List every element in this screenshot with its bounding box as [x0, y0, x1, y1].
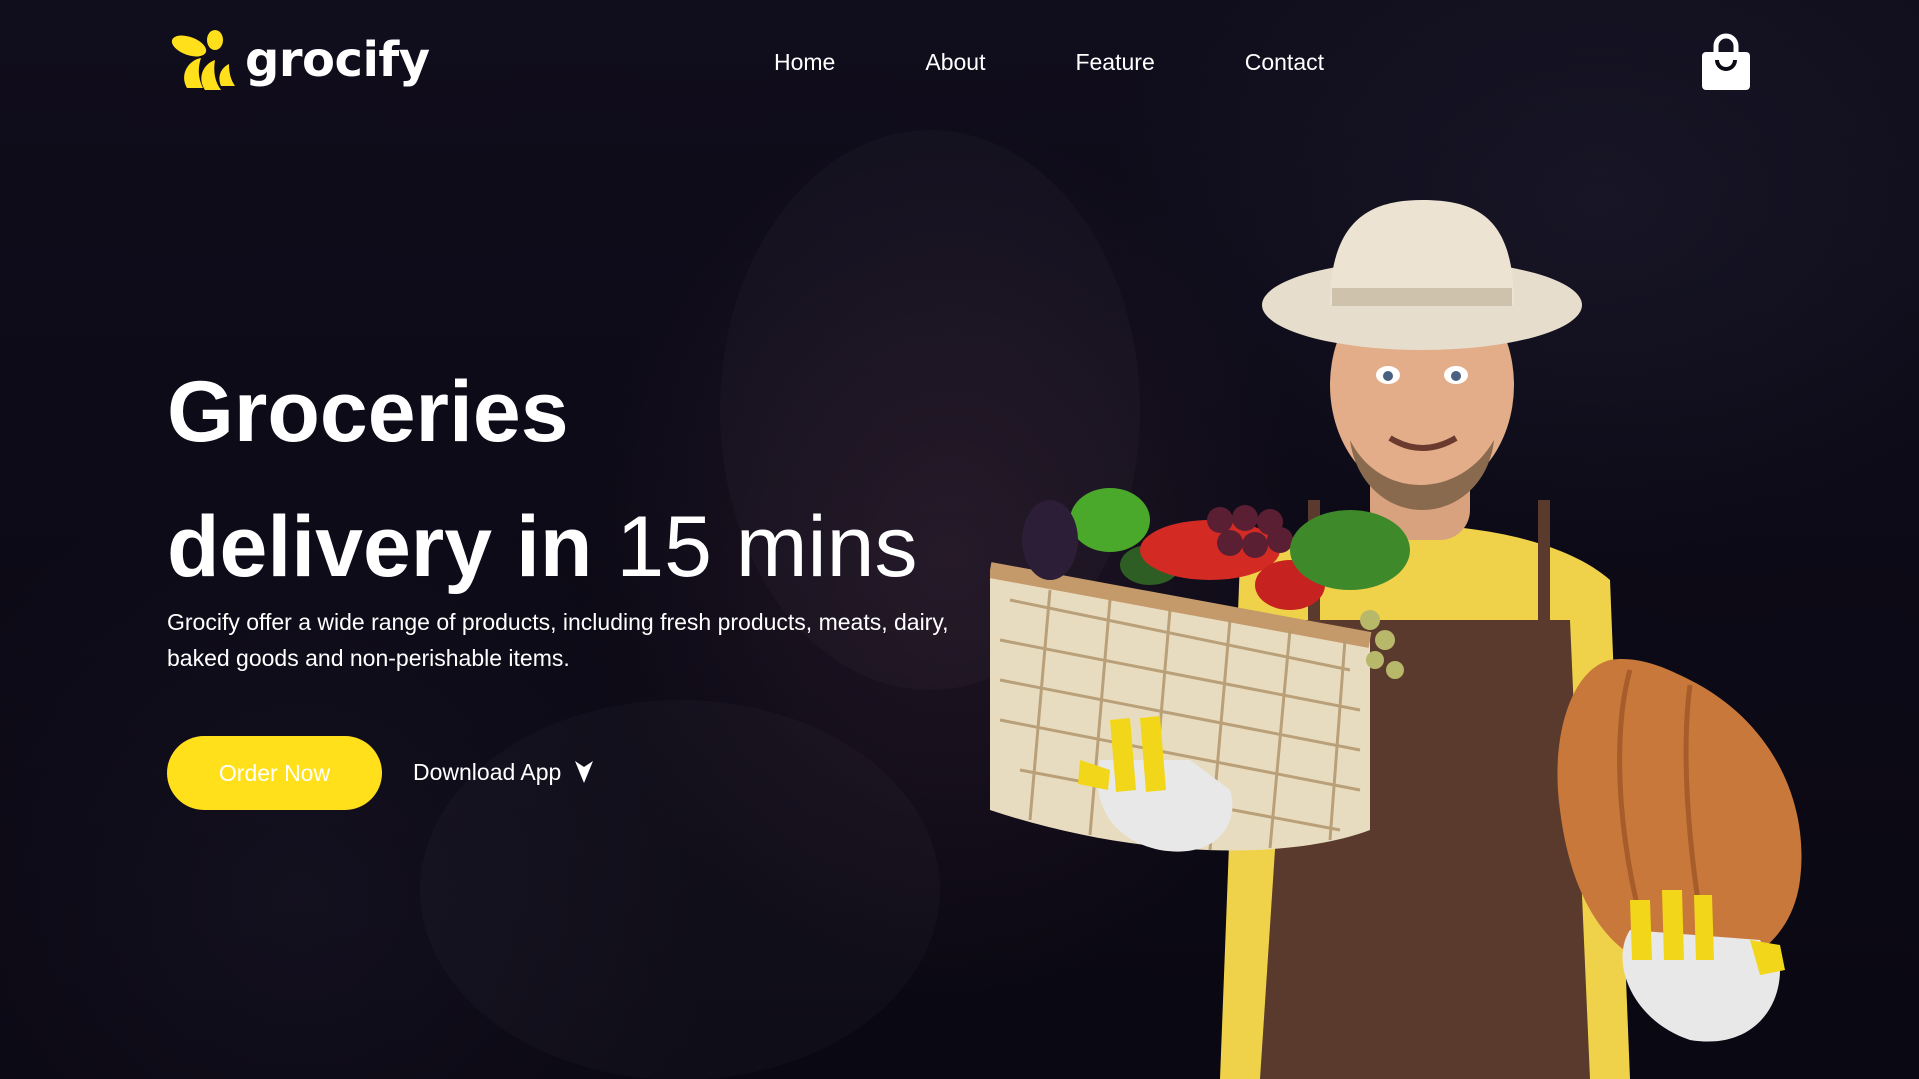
arrow-down-icon	[575, 761, 594, 783]
bee-logo-icon	[171, 30, 235, 90]
cart-button[interactable]	[1700, 32, 1752, 92]
brand-logo[interactable]: grocify	[167, 28, 430, 92]
nav-link-about[interactable]: About	[925, 46, 985, 78]
brand-name: grocify	[245, 32, 430, 88]
hero-description: Grocify offer a wide range of products, …	[167, 609, 949, 671]
hero-heading-line1: Groceries	[167, 364, 569, 460]
order-now-button[interactable]: Order Now	[167, 736, 382, 810]
main-nav: Home About Feature Contact	[774, 46, 1324, 78]
download-app-link[interactable]: Download App	[413, 756, 595, 788]
hero-heading-line2-light: 15 mins	[592, 499, 918, 595]
hero-heading-line2-bold: delivery in	[167, 499, 593, 595]
nav-link-feature[interactable]: Feature	[1075, 46, 1154, 78]
nav-link-contact[interactable]: Contact	[1245, 46, 1324, 78]
download-app-label: Download App	[413, 759, 562, 785]
nav-link-home[interactable]: Home	[774, 46, 835, 78]
farmer-with-vegetable-basket-image	[990, 200, 1802, 1079]
hero-heading: Groceries delivery in 15 mins	[167, 345, 917, 615]
shopping-bag-icon	[1702, 33, 1750, 90]
landing-page: grocify Home About Feature Contact Groce…	[0, 0, 1919, 1079]
site-header: grocify Home About Feature Contact	[0, 0, 1919, 125]
